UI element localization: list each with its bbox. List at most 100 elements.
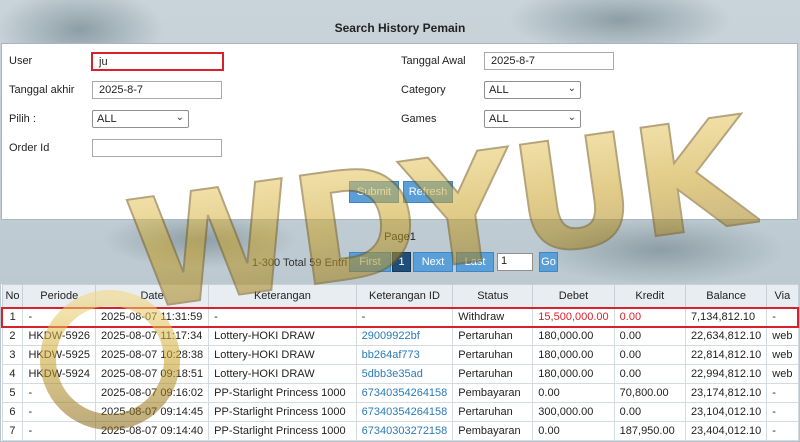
table-row[interactable]: 4 HKDW-5924 2025-08-07 09:18:51 Lottery-…	[1, 364, 799, 384]
col-header-keterangan[interactable]: Keterangan	[208, 284, 357, 308]
tanggal-awal-label: Tanggal Awal	[401, 55, 466, 67]
col-header-kredit[interactable]: Kredit	[613, 284, 686, 308]
cell-keterangan-id: -	[355, 306, 454, 328]
tanggal-awal-input[interactable]: 2025-8-7	[484, 52, 614, 70]
cell-keterangan: PP-Starlight Princess 1000	[208, 421, 357, 441]
cell-via: web	[766, 326, 799, 346]
table-row[interactable]: 2 HKDW-5926 2025-08-07 11:17:34 Lottery-…	[1, 326, 799, 346]
goto-page-input[interactable]: 1	[497, 253, 533, 271]
cell-keterangan: PP-Starlight Princess 1000	[208, 402, 357, 422]
cell-periode: -	[22, 383, 97, 403]
table-row[interactable]: 6 - 2025-08-07 09:14:45 PP-Starlight Pri…	[1, 402, 799, 422]
cell-no: 4	[1, 364, 24, 384]
cell-status: Pertaruhan	[452, 364, 534, 384]
category-select-value: ALL	[489, 84, 509, 96]
cell-kredit: 0.00	[613, 364, 686, 384]
cell-via: -	[766, 383, 799, 403]
table-row[interactable]: 7 - 2025-08-07 09:14:40 PP-Starlight Pri…	[1, 421, 799, 441]
cell-debet: 0.00	[532, 383, 615, 403]
order-id-input[interactable]	[92, 139, 222, 157]
chevron-down-icon: ⌄	[175, 112, 184, 123]
table-row[interactable]: 1 - 2025-08-07 11:31:59 - - Withdraw 15,…	[1, 306, 800, 328]
cell-date: 2025-08-07 11:31:59	[95, 306, 210, 328]
cell-kredit: 0.00	[613, 402, 686, 422]
cell-kredit: 187,950.00	[613, 421, 686, 441]
page-title: Search History Pemain	[334, 21, 466, 35]
table-row[interactable]: 5 - 2025-08-07 09:16:02 PP-Starlight Pri…	[1, 383, 799, 403]
cell-keterangan-id-link[interactable]: 29009922bf	[355, 326, 454, 346]
cell-periode: -	[22, 421, 97, 441]
cell-periode: -	[22, 402, 97, 422]
cell-periode: HKDW-5924	[22, 364, 97, 384]
refresh-button[interactable]: Refresh	[403, 181, 453, 203]
order-id-label: Order Id	[9, 142, 50, 154]
pilih-select-value: ALL	[97, 113, 117, 125]
user-label: User	[9, 55, 33, 67]
col-header-balance[interactable]: Balance	[684, 284, 768, 308]
col-header-periode[interactable]: Periode	[22, 284, 97, 308]
cell-balance: 22,994,812.10	[684, 364, 768, 384]
games-label: Games	[401, 113, 437, 125]
category-select[interactable]: ALL ⌄	[484, 81, 581, 99]
chevron-down-icon: ⌄	[567, 112, 576, 123]
col-header-no[interactable]: No	[1, 284, 24, 308]
last-page-button[interactable]: Last	[456, 252, 494, 272]
col-header-debet[interactable]: Debet	[532, 284, 615, 308]
cell-status: Pembayaran	[452, 421, 534, 441]
cell-no: 1	[1, 306, 24, 328]
cell-status: Pertaruhan	[452, 402, 534, 422]
cell-date: 2025-08-07 11:17:34	[95, 326, 210, 346]
cell-kredit: 0.00	[613, 326, 686, 346]
pilih-label: Pilih :	[9, 113, 36, 125]
cell-balance: 7,134,812.10	[684, 306, 768, 328]
user-input[interactable]: ju	[91, 52, 224, 71]
cell-keterangan-id-link[interactable]: 67340354264158	[355, 402, 454, 422]
tanggal-akhir-label: Tanggal akhir	[9, 84, 75, 96]
col-header-date[interactable]: Date	[95, 284, 210, 308]
cell-balance: 23,104,012.10	[684, 402, 768, 422]
col-header-via[interactable]: Via	[766, 284, 799, 308]
cell-status: Pertaruhan	[452, 345, 534, 365]
cell-via: -	[766, 306, 800, 328]
col-header-status[interactable]: Status	[452, 284, 534, 308]
cell-keterangan: Lottery-HOKI DRAW	[208, 364, 357, 384]
cell-keterangan-id-link[interactable]: 67340303272158	[355, 421, 454, 441]
submit-button[interactable]: Submit	[349, 181, 399, 203]
cell-via: -	[766, 421, 799, 441]
cell-keterangan: Lottery-HOKI DRAW	[208, 326, 357, 346]
chevron-down-icon: ⌄	[567, 83, 576, 94]
cell-date: 2025-08-07 09:14:45	[95, 402, 210, 422]
col-header-keterangan-id[interactable]: Keterangan ID	[355, 284, 454, 308]
games-select-value: ALL	[489, 113, 509, 125]
cell-kredit: 0.00	[613, 306, 686, 328]
cell-balance: 22,634,812.10	[684, 326, 768, 346]
cell-via: web	[766, 364, 799, 384]
page-indicator: Page1	[384, 231, 416, 243]
pilih-select[interactable]: ALL ⌄	[92, 110, 189, 128]
cell-keterangan: PP-Starlight Princess 1000	[208, 383, 357, 403]
cell-via: -	[766, 402, 799, 422]
current-page-button[interactable]: 1	[392, 252, 411, 272]
cell-kredit: 70,800.00	[613, 383, 686, 403]
category-label: Category	[401, 84, 446, 96]
cell-keterangan-id-link[interactable]: 5dbb3e35ad	[355, 364, 454, 384]
cell-no: 7	[1, 421, 24, 441]
search-form-panel: User ju Tanggal akhir 2025-8-7 Pilih : A…	[1, 43, 798, 220]
tanggal-akhir-input[interactable]: 2025-8-7	[92, 81, 222, 99]
cell-keterangan: -	[208, 306, 357, 328]
cell-keterangan-id-link[interactable]: bb264af773	[355, 345, 454, 365]
go-button[interactable]: Go	[539, 252, 558, 272]
cell-debet: 180,000.00	[532, 345, 615, 365]
cell-keterangan-id-link[interactable]: 67340354264158	[355, 383, 454, 403]
table-row[interactable]: 3 HKDW-5925 2025-08-07 10:28:38 Lottery-…	[1, 345, 799, 365]
cell-debet: 0.00	[532, 421, 615, 441]
cell-periode: -	[22, 306, 97, 328]
table-header-row: No Periode Date Keterangan Keterangan ID…	[1, 284, 799, 308]
games-select[interactable]: ALL ⌄	[484, 110, 581, 128]
first-page-button[interactable]: First	[349, 252, 391, 272]
cell-debet: 180,000.00	[532, 326, 615, 346]
cell-kredit: 0.00	[613, 345, 686, 365]
cell-debet: 15,500,000.00	[532, 306, 615, 328]
cell-status: Pertaruhan	[452, 326, 534, 346]
next-page-button[interactable]: Next	[413, 252, 453, 272]
